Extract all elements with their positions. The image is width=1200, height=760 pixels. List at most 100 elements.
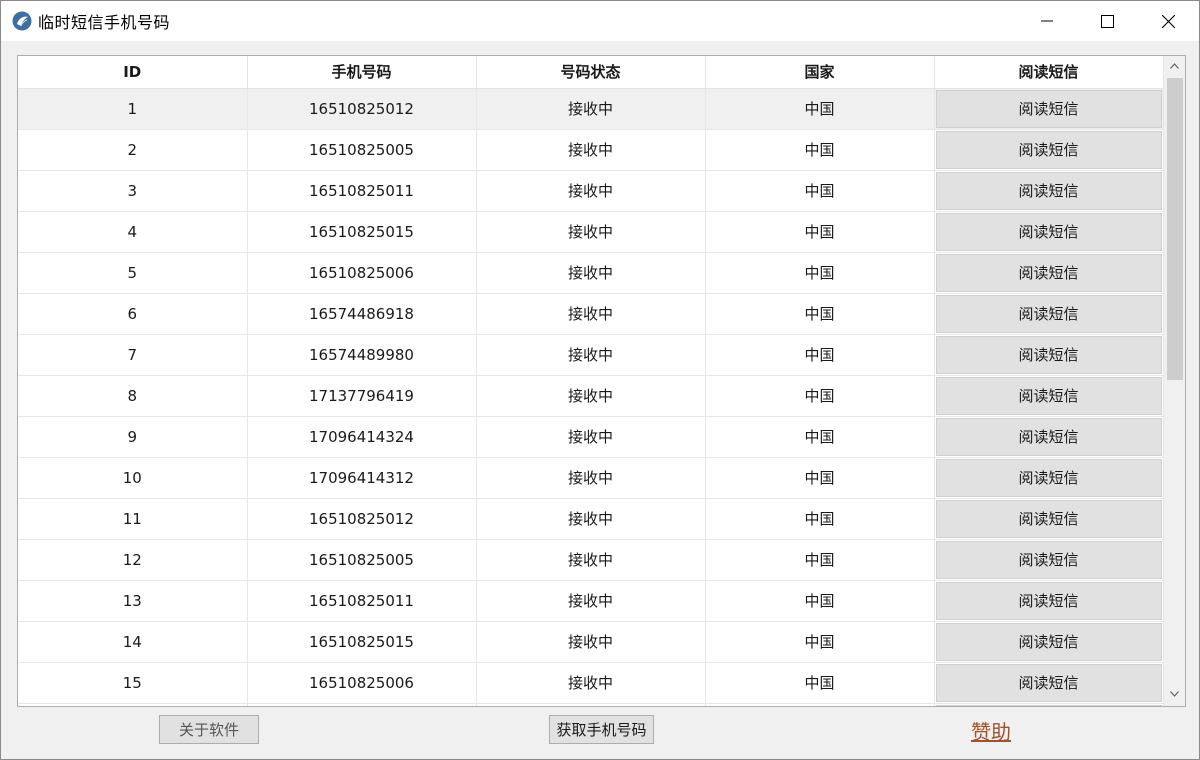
table-row[interactable]: 1616574486918接收中中国阅读短信 — [18, 703, 1163, 706]
maximize-icon — [1101, 14, 1114, 28]
read-sms-button[interactable]: 阅读短信 — [935, 499, 1162, 538]
maximize-button[interactable] — [1077, 1, 1138, 41]
cell-country: 中国 — [705, 252, 935, 294]
cell-action: 阅读短信 — [934, 170, 1163, 212]
cell-action: 阅读短信 — [934, 211, 1163, 253]
app-window: 临时短信手机号码 ID 手机号码 号码状态 国家 阅读短信 1 16510825… — [0, 0, 1200, 760]
cell-phone: 17096414324 — [247, 416, 477, 458]
cell-action: 阅读短信 — [934, 129, 1163, 171]
table-row[interactable]: 5 16510825006 接收中 中国 阅读短信 — [18, 252, 1163, 294]
table-row[interactable]: 6 16574486918 接收中 中国 阅读短信 — [18, 293, 1163, 335]
cell-country: 中国 — [705, 662, 935, 704]
read-sms-button[interactable]: 阅读短信 — [935, 540, 1162, 579]
read-sms-button[interactable]: 阅读短信 — [935, 89, 1162, 128]
minimize-button[interactable] — [1016, 1, 1077, 41]
window-controls — [1016, 1, 1199, 41]
cell-id: 2 — [18, 129, 248, 171]
read-sms-button[interactable]: 阅读短信 — [935, 376, 1162, 415]
sponsor-link[interactable]: 赞助 — [971, 716, 1011, 745]
cell-country: 中国 — [705, 703, 935, 706]
read-sms-button[interactable]: 阅读短信 — [935, 212, 1162, 251]
table-viewport[interactable]: ID 手机号码 号码状态 国家 阅读短信 1 16510825012 接收中 中国 阅读… — [18, 56, 1163, 706]
cell-country: 中国 — [705, 375, 935, 417]
table-row[interactable]: 10 17096414312 接收中 中国 阅读短信 — [18, 457, 1163, 499]
column-header-read-sms[interactable]: 阅读短信 — [934, 56, 1163, 89]
read-sms-button[interactable]: 阅读短信 — [935, 417, 1162, 456]
table-row[interactable]: 14 16510825015 接收中 中国 阅读短信 — [18, 621, 1163, 663]
table-row[interactable]: 4 16510825015 接收中 中国 阅读短信 — [18, 211, 1163, 253]
read-sms-button[interactable]: 阅读短信 — [935, 335, 1162, 374]
cell-country: 中国 — [705, 334, 935, 376]
title-bar[interactable]: 临时短信手机号码 — [1, 1, 1199, 41]
app-logo-icon — [12, 11, 32, 31]
cell-status: 接收中 — [476, 703, 706, 706]
cell-phone: 16510825015 — [247, 211, 477, 253]
read-sms-button[interactable]: 阅读短信 — [935, 458, 1162, 497]
cell-phone: 16510825005 — [247, 539, 477, 581]
cell-action: 阅读短信 — [934, 293, 1163, 335]
table-row[interactable]: 11 16510825012 接收中 中国 阅读短信 — [18, 498, 1163, 540]
cell-status: 接收中 — [476, 293, 706, 335]
cell-country: 中国 — [705, 170, 935, 212]
cell-status: 接收中 — [476, 662, 706, 704]
scroll-thumb[interactable] — [1167, 78, 1183, 380]
cell-id: 13 — [18, 580, 248, 622]
table-row[interactable]: 2 16510825005 接收中 中国 阅读短信 — [18, 129, 1163, 171]
cell-phone: 16510825006 — [247, 662, 477, 704]
read-sms-button[interactable]: 阅读短信 — [935, 171, 1162, 210]
cell-status: 接收中 — [476, 457, 706, 499]
about-software-button[interactable]: 关于软件 — [159, 715, 259, 744]
cell-id: 7 — [18, 334, 248, 376]
read-sms-button[interactable]: 阅读短信 — [935, 294, 1162, 333]
data-grid: ID 手机号码 号码状态 国家 阅读短信 1 16510825012 接收中 中国 阅读… — [18, 56, 1163, 706]
close-button[interactable] — [1138, 1, 1199, 41]
cell-phone: 16574486918 — [247, 703, 477, 706]
cell-action: 阅读短信 — [934, 252, 1163, 294]
cell-status: 接收中 — [476, 88, 706, 130]
column-header-id[interactable]: ID — [18, 56, 248, 89]
read-sms-button[interactable]: 阅读短信 — [935, 130, 1162, 169]
scroll-down-button[interactable] — [1164, 684, 1185, 704]
table-row[interactable]: 1 16510825012 接收中 中国 阅读短信 — [18, 88, 1163, 130]
cell-country: 中国 — [705, 416, 935, 458]
cell-status: 接收中 — [476, 211, 706, 253]
table-row[interactable]: 15 16510825006 接收中 中国 阅读短信 — [18, 662, 1163, 704]
cell-status: 接收中 — [476, 539, 706, 581]
cell-id: 4 — [18, 211, 248, 253]
read-sms-button[interactable]: 阅读短信 — [935, 253, 1162, 292]
window-title: 临时短信手机号码 — [38, 13, 171, 32]
cell-id: 12 — [18, 539, 248, 581]
vertical-scrollbar[interactable] — [1163, 56, 1185, 706]
cell-phone: 16510825012 — [247, 88, 477, 130]
minimize-icon — [1040, 20, 1053, 22]
column-header-phone[interactable]: 手机号码 — [247, 56, 477, 89]
cell-id: 9 — [18, 416, 248, 458]
read-sms-button[interactable]: 阅读短信 — [935, 663, 1162, 702]
cell-action: 阅读短信 — [934, 375, 1163, 417]
table-row[interactable]: 12 16510825005 接收中 中国 阅读短信 — [18, 539, 1163, 581]
table-row[interactable]: 3 16510825011 接收中 中国 阅读短信 — [18, 170, 1163, 212]
table-row[interactable]: 13 16510825011 接收中 中国 阅读短信 — [18, 580, 1163, 622]
cell-action: 阅读短信 — [934, 334, 1163, 376]
scroll-up-button[interactable] — [1164, 56, 1185, 76]
read-sms-button[interactable]: 阅读短信 — [935, 581, 1162, 620]
cell-id: 1 — [18, 88, 248, 130]
cell-phone: 16574486918 — [247, 293, 477, 335]
read-sms-button[interactable]: 阅读短信 — [935, 704, 1162, 706]
cell-country: 中国 — [705, 457, 935, 499]
cell-phone: 17137796419 — [247, 375, 477, 417]
cell-country: 中国 — [705, 129, 935, 171]
cell-status: 接收中 — [476, 170, 706, 212]
cell-status: 接收中 — [476, 334, 706, 376]
table-row[interactable]: 9 17096414324 接收中 中国 阅读短信 — [18, 416, 1163, 458]
get-phone-numbers-button[interactable]: 获取手机号码 — [549, 715, 654, 744]
table-header-row: ID 手机号码 号码状态 国家 阅读短信 — [18, 56, 1163, 89]
cell-action: 阅读短信 — [934, 88, 1163, 130]
table-row[interactable]: 7 16574489980 接收中 中国 阅读短信 — [18, 334, 1163, 376]
read-sms-button[interactable]: 阅读短信 — [935, 622, 1162, 661]
cell-action: 阅读短信 — [934, 662, 1163, 704]
cell-phone: 16510825006 — [247, 252, 477, 294]
column-header-status[interactable]: 号码状态 — [476, 56, 706, 89]
table-row[interactable]: 8 17137796419 接收中 中国 阅读短信 — [18, 375, 1163, 417]
column-header-country[interactable]: 国家 — [705, 56, 935, 89]
